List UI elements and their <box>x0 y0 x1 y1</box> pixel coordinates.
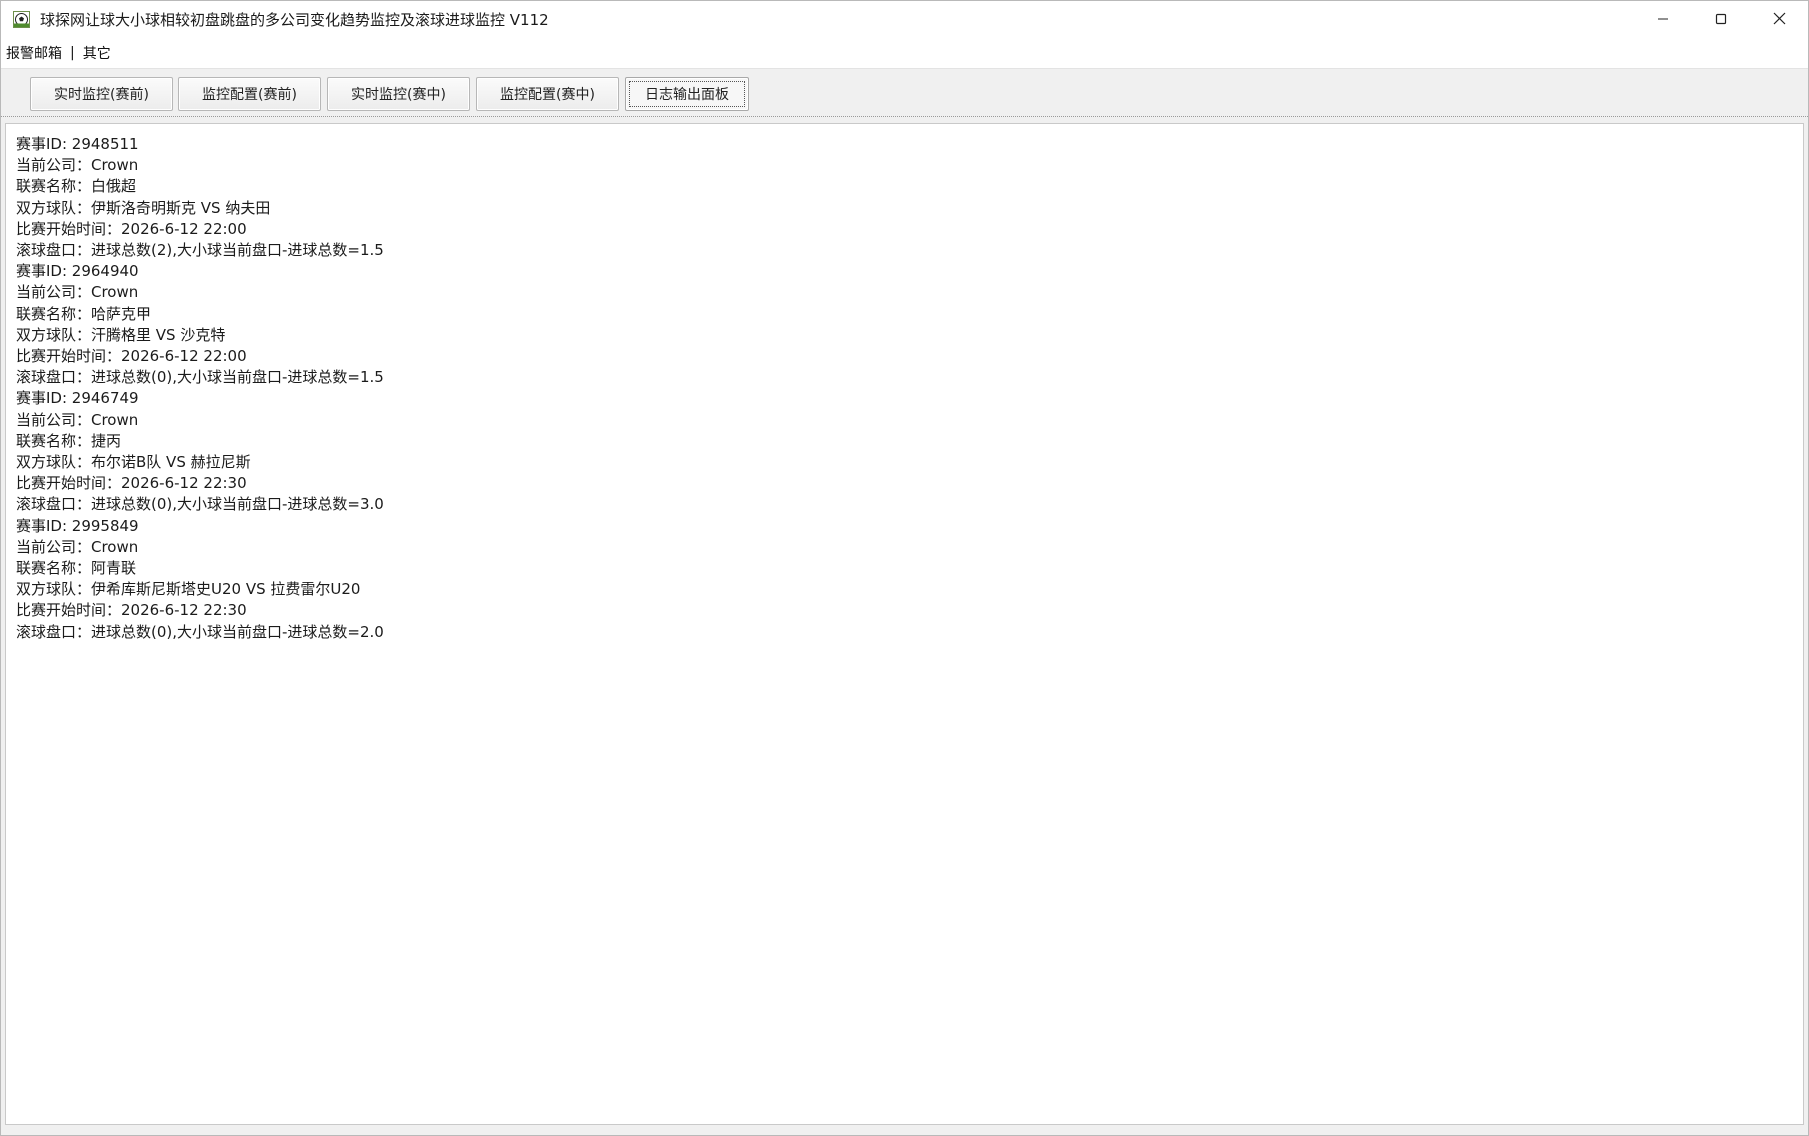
tab-config-inplay[interactable]: 监控配置(赛中) <box>476 77 619 111</box>
minimize-button[interactable] <box>1634 1 1692 38</box>
log-line: 滚球盘口：进球总数(2),大小球当前盘口-进球总数=1.5 <box>16 241 384 260</box>
title-bar[interactable]: 球探网让球大小球相较初盘跳盘的多公司变化趋势监控及滚球进球监控 V112 <box>1 1 1808 38</box>
menu-bar: 报警邮箱 | 其它 <box>1 38 1808 68</box>
tab-strip: 实时监控(赛前) 监控配置(赛前) 实时监控(赛中) 监控配置(赛中) 日志输出… <box>1 68 1808 119</box>
log-line: 当前公司：Crown <box>16 283 139 302</box>
tab-label: 监控配置(赛中) <box>500 87 595 103</box>
menu-item-other[interactable]: 其它 <box>83 43 111 63</box>
log-line: 滚球盘口：进球总数(0),大小球当前盘口-进球总数=1.5 <box>16 368 384 387</box>
maximize-button[interactable] <box>1692 1 1750 38</box>
log-line: 联赛名称：阿青联 <box>16 559 137 578</box>
soccer-ball-icon <box>13 11 30 28</box>
log-line: 双方球队：汗腾格里 VS 沙克特 <box>16 325 226 344</box>
log-line: 联赛名称：白俄超 <box>16 177 137 196</box>
log-line: 双方球队：伊斯洛奇明斯克 VS 纳夫田 <box>16 198 271 217</box>
log-line: 联赛名称：哈萨克甲 <box>16 304 152 323</box>
log-line: 赛事ID: 2948511 <box>16 135 139 153</box>
app-window: 球探网让球大小球相较初盘跳盘的多公司变化趋势监控及滚球进球监控 V112 报警邮… <box>0 0 1809 1136</box>
log-line: 比赛开始时间：2026-6-12 22:30 <box>16 601 247 620</box>
menu-separator: | <box>70 45 75 61</box>
tab-log-output-panel[interactable]: 日志输出面板 <box>625 77 749 111</box>
log-lines: 赛事ID: 2948511 当前公司：Crown 联赛名称：白俄超双方球队：伊斯洛奇… <box>16 134 1793 643</box>
window-title: 球探网让球大小球相较初盘跳盘的多公司变化趋势监控及滚球进球监控 V112 <box>40 11 549 29</box>
tab-config-prematch[interactable]: 监控配置(赛前) <box>178 77 321 111</box>
log-line: 赛事ID: 2964940 <box>16 262 139 281</box>
window-controls <box>1634 1 1808 38</box>
log-line: 赛事ID: 2946749 <box>16 389 139 408</box>
tab-label: 监控配置(赛前) <box>202 87 297 103</box>
tab-label: 实时监控(赛前) <box>54 87 149 103</box>
tab-divider <box>1 116 1808 119</box>
log-line: 比赛开始时间：2026-6-12 22:00 <box>16 347 247 366</box>
focus-ring <box>629 81 745 107</box>
close-button[interactable] <box>1750 1 1808 38</box>
log-line: 滚球盘口：进球总数(0),大小球当前盘口-进球总数=2.0 <box>16 622 384 641</box>
close-icon <box>1773 10 1786 29</box>
log-line: 滚球盘口：进球总数(0),大小球当前盘口-进球总数=3.0 <box>16 495 384 514</box>
window-bottom-edge <box>1 1125 1808 1135</box>
log-line: 赛事ID: 2995849 <box>16 516 139 535</box>
log-line: 当前公司：Crown <box>16 537 139 556</box>
menu-item-alert-email[interactable]: 报警邮箱 <box>1 43 62 63</box>
maximize-icon <box>1715 10 1727 29</box>
log-line: 联赛名称：捷丙 <box>16 431 122 450</box>
tab-realtime-prematch[interactable]: 实时监控(赛前) <box>30 77 173 111</box>
log-line: 双方球队：伊希库斯尼斯塔史U20 VS 拉费雷尔U20 <box>16 580 361 599</box>
log-line: 比赛开始时间：2026-6-12 22:00 <box>16 219 247 238</box>
log-line: 双方球队：布尔诺B队 VS 赫拉尼斯 <box>16 453 251 472</box>
minimize-icon <box>1657 10 1669 29</box>
log-output-textarea[interactable]: 赛事ID: 2948511 当前公司：Crown 联赛名称：白俄超双方球队：伊斯洛奇… <box>5 123 1804 1125</box>
tab-realtime-inplay[interactable]: 实时监控(赛中) <box>327 77 470 111</box>
log-line: 当前公司：Crown <box>16 156 139 175</box>
log-line: 当前公司：Crown <box>16 410 139 429</box>
log-line: 比赛开始时间：2026-6-12 22:30 <box>16 474 247 493</box>
tab-label: 实时监控(赛中) <box>351 87 446 103</box>
